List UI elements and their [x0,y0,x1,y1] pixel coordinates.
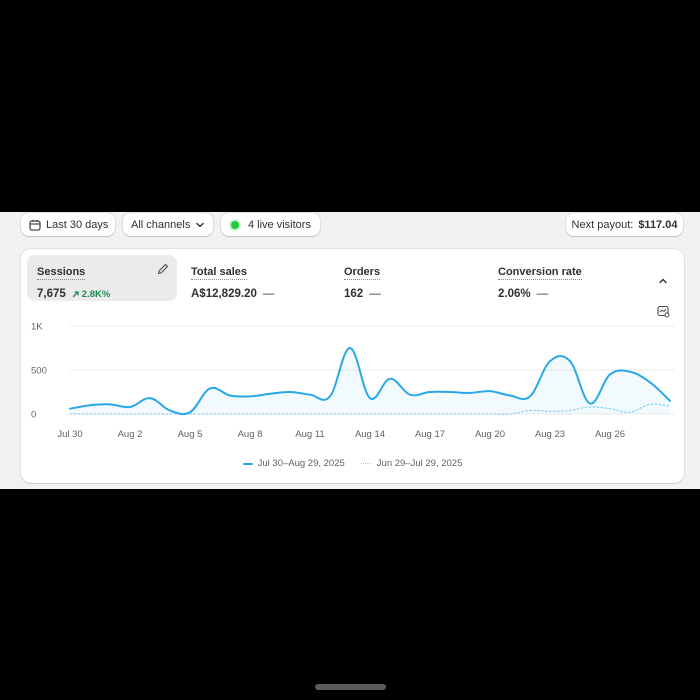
y-tick-label: 500 [31,366,47,377]
solid-line-swatch-icon [242,462,253,465]
legend-label: Jun 29–Jul 29, 2025 [376,458,463,469]
chart-legend: Jul 30–Aug 29, 2025 Jun 29–Jul 29, 2025 [21,458,684,469]
date-range-label: Last 30 days [46,218,109,231]
x-tick-label: Aug 5 [178,429,203,440]
legend-label: Jul 30–Aug 29, 2025 [257,458,345,469]
y-tick-label: 1K [31,322,43,333]
live-indicator-icon [231,220,239,229]
dotted-line-swatch-icon [360,463,372,464]
x-tick-label: Aug 2 [118,429,143,440]
home-indicator [315,684,386,690]
channels-label: All channels [131,218,191,231]
x-tick-label: Aug 23 [535,429,565,440]
x-tick-label: Aug 11 [295,429,324,440]
legend-item-current[interactable]: Jul 30–Aug 29, 2025 [242,458,345,469]
x-tick-label: Jul 30 [57,429,82,440]
x-tick-label: Aug 14 [355,429,385,440]
live-visitors-label: 4 live visitors [248,218,311,231]
analytics-dashboard: Last 30 days All channels 4 live visitor… [0,212,700,489]
next-payout-button[interactable]: Next payout: $117.04 [566,213,683,236]
x-tick-label: Aug 26 [595,429,625,440]
date-range-button[interactable]: Last 30 days [21,213,115,236]
chevron-down-icon [195,220,205,230]
x-tick-label: Aug 8 [238,429,263,440]
legend-item-previous[interactable]: Jun 29–Jul 29, 2025 [360,458,463,469]
calendar-icon [29,219,41,231]
y-tick-label: 0 [31,410,36,421]
x-tick-label: Aug 17 [415,429,445,440]
channels-dropdown[interactable]: All channels [123,213,213,236]
x-tick-label: Aug 20 [475,429,505,440]
payout-value: $117.04 [638,218,678,231]
live-visitors-button[interactable]: 4 live visitors [221,213,320,236]
sessions-chart-card: Sessions 7,675 2.8K% Total sales A$12,82… [21,249,684,483]
sessions-line-chart: 1K 500 0 Jul 30 Aug 2 Aug 5 Aug 8 Aug 11 Aug 14 A… [31,322,675,440]
payout-label: Next payout: [571,218,634,231]
